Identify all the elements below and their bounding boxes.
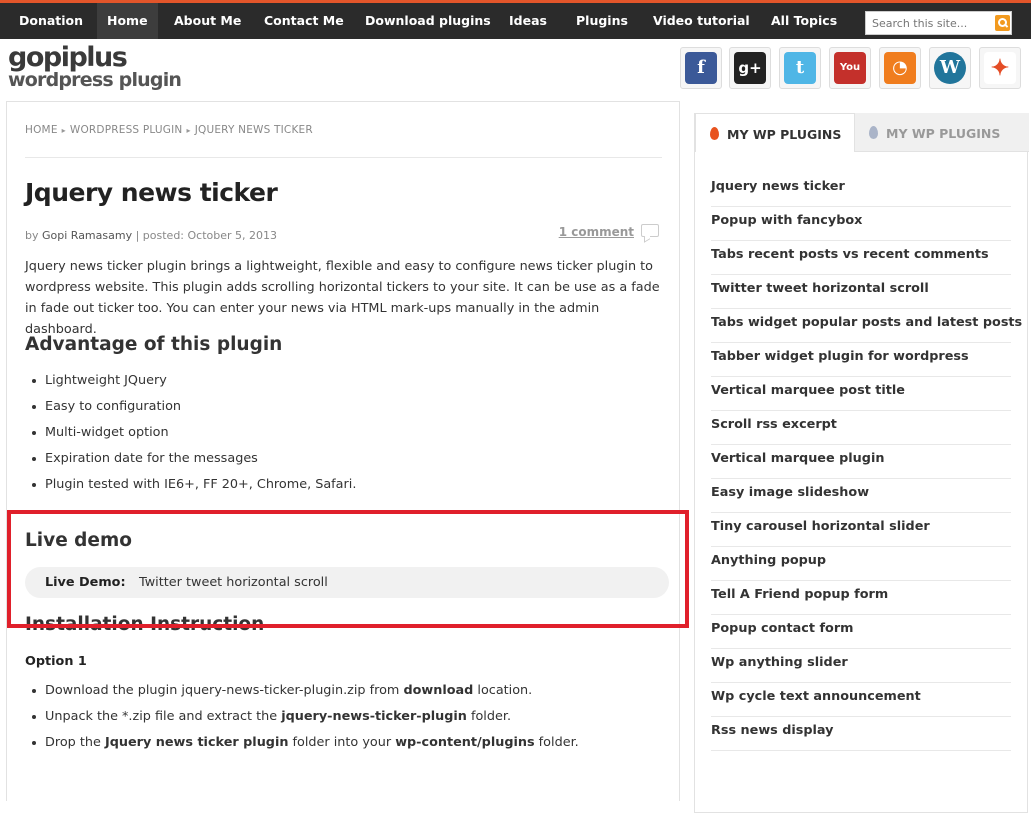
search-input[interactable] [866,12,992,34]
post-meta: by Gopi Ramasamy | posted: October 5, 20… [25,229,277,242]
sidebar-plugin-link[interactable]: Popup with fancybox [711,207,1011,241]
search-icon[interactable] [995,15,1010,31]
sidebar-plugin-link[interactable]: Jquery news ticker [711,173,1011,207]
breadcrumb-current: JQUERY NEWS TICKER [194,124,313,136]
meta-by: by [25,229,42,242]
step-text: Download the plugin jquery-news-ticker-p… [45,683,404,698]
sidebar-plugin-link[interactable]: Wp anything slider [711,649,1011,683]
breadcrumb-wordpress-plugin[interactable]: WORDPRESS PLUGIN [70,124,183,136]
site-logo[interactable]: gopiplus wordpress plugin [8,42,182,91]
breadcrumb-separator-icon: ▸ [61,126,66,135]
breadcrumb-separator-icon: ▸ [186,126,191,135]
highlight-box [7,510,689,628]
nav-video-tutorial[interactable]: Video tutorial [643,3,760,39]
sidebar-plugin-link[interactable]: Tabber widget plugin for wordpress [711,343,1011,377]
list-item: Easy to configuration [31,394,356,420]
sidebar-plugin-link[interactable]: Wp cycle text announcement [711,683,1011,717]
sidebar-plugin-link[interactable]: Tell A Friend popup form [711,581,1011,615]
installation-steps: Download the plugin jquery-news-ticker-p… [32,678,579,756]
author-link[interactable]: Gopi Ramasamy [42,229,132,242]
google-plus-icon: g+ [734,52,766,84]
sidebar: MY WP PLUGINS MY WP PLUGINS Jquery news … [694,113,1029,813]
step-bold: wp-content/plugins [395,735,535,750]
nav-home[interactable]: Home [97,3,158,39]
rss-link[interactable]: ◔ [879,47,921,89]
breadcrumb: HOME ▸ WORDPRESS PLUGIN ▸ JQUERY NEWS TICKER [25,124,313,136]
list-item: Drop the Jquery news ticker plugin folde… [32,730,579,756]
comment-bubble-icon[interactable] [641,224,659,237]
advantages-list: Lightweight JQuery Easy to configuration… [31,368,356,498]
flame-icon [710,127,719,140]
step-text: folder. [534,735,579,750]
step-bold: jquery-news-ticker-plugin [281,709,467,724]
sidebar-plugin-link[interactable]: Vertical marquee post title [711,377,1011,411]
nav-plugins[interactable]: Plugins [566,3,638,39]
step-text: Unpack the *.zip file and extract the [45,709,282,724]
list-item: Expiration date for the messages [31,446,356,472]
sidebar-plugin-link[interactable]: Tiny carousel horizontal slider [711,513,1011,547]
tab-label: MY WP PLUGINS [727,127,842,142]
facebook-icon: f [685,52,717,84]
sidebar-plugin-link[interactable]: Tabs recent posts vs recent comments [711,241,1011,275]
divider [25,157,662,158]
tab-my-wp-plugins-active[interactable]: MY WP PLUGINS [695,113,855,152]
step-bold: Jquery news ticker plugin [104,735,289,750]
nav-contact-me[interactable]: Contact Me [254,3,354,39]
post-title: Jquery news ticker [25,178,278,207]
list-item: Unpack the *.zip file and extract the jq… [32,704,579,730]
step-text: Drop the [45,735,105,750]
tab-my-wp-plugins-inactive[interactable]: MY WP PLUGINS [855,113,1029,152]
sidebar-plugin-link[interactable]: Twitter tweet horizontal scroll [711,275,1011,309]
plugin-list: Jquery news ticker Popup with fancybox Tab… [711,173,1022,751]
facebook-link[interactable]: f [680,47,722,89]
youtube-icon: You [834,52,866,84]
sidebar-plugin-link[interactable]: Rss news display [711,717,1011,751]
main-content: HOME ▸ WORDPRESS PLUGIN ▸ JQUERY NEWS TICKER… [6,101,680,801]
nav-about-me[interactable]: About Me [164,3,251,39]
rss-icon: ◔ [884,52,916,84]
breadcrumb-home[interactable]: HOME [25,124,58,136]
nav-donation[interactable]: Donation [9,3,93,39]
step-bold: download [403,683,474,698]
sidebar-plugin-link[interactable]: Tabs widget popular posts and latest pos… [711,309,1022,343]
option-label: Option 1 [25,654,87,669]
list-item: Plugin tested with IE6+, FF 20+, Chrome,… [31,472,356,498]
youtube-link[interactable]: You [829,47,871,89]
sidebar-plugin-link[interactable]: Anything popup [711,547,1011,581]
joomla-icon: ✦ [984,52,1016,84]
step-text: folder into your [288,735,396,750]
twitter-icon: t [784,52,816,84]
list-item: Download the plugin jquery-news-ticker-p… [32,678,579,704]
sidebar-plugin-link[interactable]: Popup contact form [711,615,1011,649]
search-box [865,11,1012,35]
meta-posted: | posted: October 5, 2013 [132,229,278,242]
logo-line-1: gopiplus [8,42,128,73]
wordpress-icon: W [934,52,966,84]
sidebar-plugin-link[interactable]: Scroll rss excerpt [711,411,1011,445]
list-item: Multi-widget option [31,420,356,446]
sidebar-tabs: MY WP PLUGINS MY WP PLUGINS [695,113,1029,152]
step-text: folder. [466,709,512,724]
sidebar-plugin-link[interactable]: Vertical marquee plugin [711,445,1011,479]
google-plus-link[interactable]: g+ [729,47,771,89]
advantage-heading: Advantage of this plugin [25,334,283,355]
flame-icon [869,126,878,139]
post-intro: Jquery news ticker plugin brings a light… [25,259,660,337]
sidebar-plugin-link[interactable]: Easy image slideshow [711,479,1011,513]
wordpress-link[interactable]: W [929,47,971,89]
logo-line-2: wordpress plugin [8,69,182,91]
list-item: Lightweight JQuery [31,368,356,394]
joomla-link[interactable]: ✦ [979,47,1021,89]
nav-download-plugins[interactable]: Download plugins [355,3,501,39]
twitter-link[interactable]: t [779,47,821,89]
top-navigation-bar: Donation Home About Me Contact Me Downlo… [0,0,1031,39]
comments-link[interactable]: 1 comment [559,225,634,239]
tab-label: MY WP PLUGINS [886,126,1001,141]
nav-ideas[interactable]: Ideas [499,3,557,39]
nav-all-topics[interactable]: All Topics [761,3,847,39]
step-text: location. [473,683,533,698]
